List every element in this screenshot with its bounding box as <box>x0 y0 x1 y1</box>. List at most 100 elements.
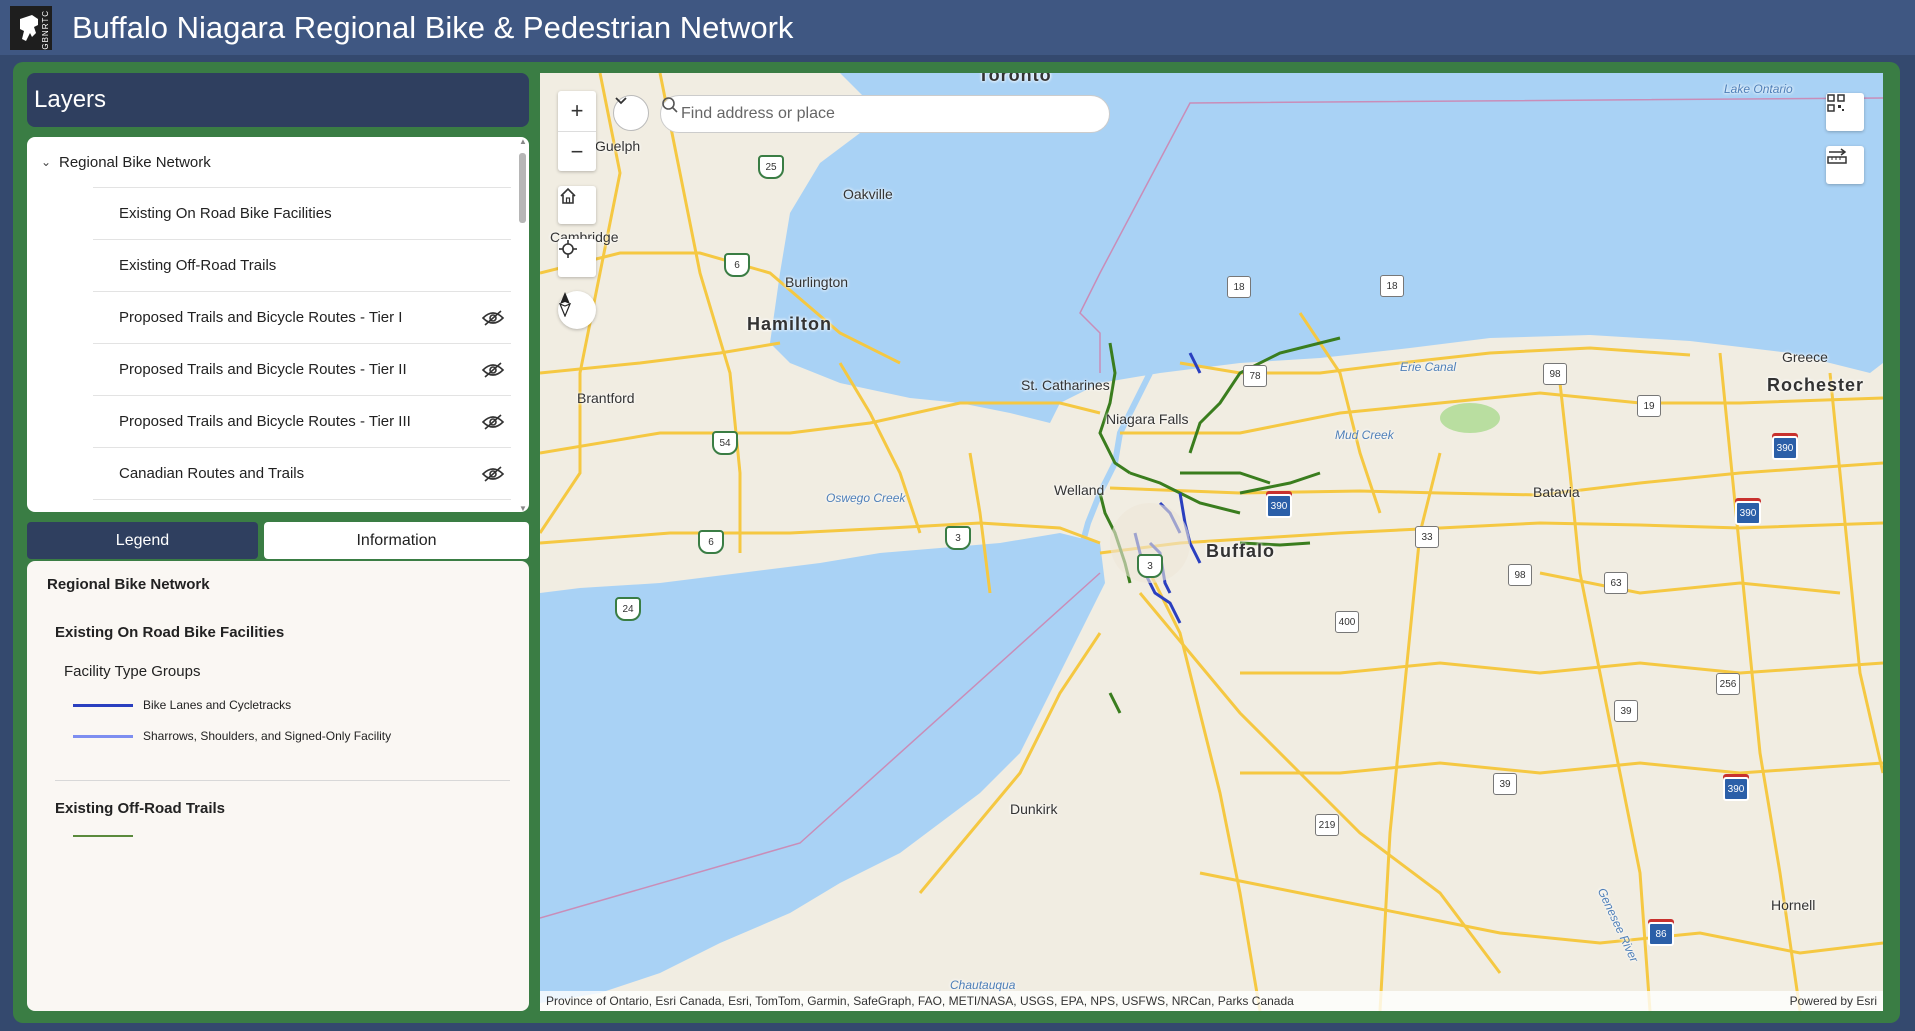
scroll-down-icon[interactable]: ▼ <box>519 504 527 512</box>
layer-item[interactable]: Canadian Routes and Trails <box>93 447 511 499</box>
route-shield: 400 <box>1335 611 1359 633</box>
layer-list: ⌄ Regional Bike Network Existing On Road… <box>27 137 529 512</box>
compass-icon <box>558 292 572 317</box>
layer-item[interactable]: Existing Off-Road Trails <box>93 239 511 291</box>
visibility-off-icon[interactable] <box>481 413 505 430</box>
legend-item-label: Sharrows, Shoulders, and Signed-Only Fac… <box>143 729 392 743</box>
qr-code-button[interactable] <box>1826 93 1864 131</box>
water-label: Mud Creek <box>1335 428 1394 442</box>
locate-icon <box>559 240 577 258</box>
page-title: Buffalo Niagara Regional Bike & Pedestri… <box>72 9 794 45</box>
powered-by-esri[interactable]: Powered by Esri <box>1790 994 1877 1008</box>
legend-title: Regional Bike Network <box>47 576 210 593</box>
visibility-off-icon[interactable] <box>481 465 505 482</box>
layer-item[interactable]: Proposed Trails and Bicycle Routes - Tie… <box>93 343 511 395</box>
search-box[interactable] <box>660 95 1110 133</box>
chevron-down-icon[interactable]: ⌄ <box>41 155 59 169</box>
route-shield: 63 <box>1604 572 1628 594</box>
water-label: Oswego Creek <box>826 491 906 505</box>
water-label: Erie Canal <box>1400 360 1457 374</box>
route-shield: 24 <box>615 597 641 621</box>
search-input[interactable] <box>679 104 1063 124</box>
logo-text: GBNRTC <box>41 9 50 50</box>
legend-divider <box>55 780 510 781</box>
zoom-out-button[interactable]: − <box>558 131 596 172</box>
layer-item-label: Proposed Trails and Bicycle Routes - Tie… <box>119 309 403 326</box>
map-attribution: Province of Ontario, Esri Canada, Esri, … <box>540 991 1883 1011</box>
compass-button[interactable] <box>558 291 596 329</box>
place-label: Buffalo <box>1206 541 1275 561</box>
route-shield: 3 <box>945 526 971 550</box>
water-label: Chautauqua <box>950 978 1016 992</box>
legend-section-off-road: Existing Off-Road Trails <box>55 800 226 817</box>
route-shield: 19 <box>1637 395 1661 417</box>
tab-legend[interactable]: Legend <box>27 522 258 559</box>
layers-heading: Layers <box>27 73 529 127</box>
place-label: Greece <box>1782 349 1828 365</box>
route-shield: 39 <box>1493 773 1517 795</box>
home-button[interactable] <box>558 186 596 224</box>
layer-item-partial[interactable] <box>93 499 511 512</box>
place-label: Welland <box>1054 482 1105 498</box>
layer-item[interactable]: Proposed Trails and Bicycle Routes - Tie… <box>93 395 511 447</box>
interstate-shield: 390 <box>1772 436 1798 460</box>
legend-swatch <box>73 703 133 707</box>
place-label: Batavia <box>1533 484 1580 500</box>
place-label: Hamilton <box>747 314 833 334</box>
interstate-shield: 390 <box>1266 494 1292 518</box>
scroll-thumb[interactable] <box>519 153 526 223</box>
route-shield: 6 <box>724 253 750 277</box>
locate-button[interactable] <box>558 239 596 277</box>
legend-swatch-trail <box>73 835 133 837</box>
route-shield: 39 <box>1614 700 1638 722</box>
gbnrtc-logo: GBNRTC <box>10 5 52 50</box>
layer-item[interactable]: Existing On Road Bike Facilities <box>93 187 511 239</box>
legend-swatch <box>73 734 133 738</box>
place-label: St. Catharines <box>1021 377 1110 393</box>
attribution-text: Province of Ontario, Esri Canada, Esri, … <box>546 994 1294 1008</box>
visibility-off-icon[interactable] <box>481 361 505 378</box>
layer-item-label: Canadian Routes and Trails <box>119 465 305 482</box>
layer-group-regional-bike-network[interactable]: ⌄ Regional Bike Network <box>27 137 529 187</box>
place-label: Toronto <box>978 73 1052 85</box>
chevron-down-icon <box>615 97 627 105</box>
route-shield: 6 <box>698 530 724 554</box>
place-label: Guelph <box>595 138 641 154</box>
layer-item-label: Existing Off-Road Trails <box>119 257 277 274</box>
layer-item-label: Existing On Road Bike Facilities <box>119 205 332 222</box>
search-icon <box>662 97 678 113</box>
route-shield: 78 <box>1243 365 1267 387</box>
legend-item: Bike Lanes and Cycletracks <box>73 698 291 712</box>
interstate-shield: 86 <box>1648 922 1674 946</box>
legend-panel: Regional Bike Network Existing On Road B… <box>27 561 529 1011</box>
measure-icon <box>1827 148 1847 164</box>
interstate-shield: 390 <box>1735 501 1761 525</box>
map-view[interactable]: Toronto Guelph Oakville Cambridge Burlin… <box>540 73 1883 1011</box>
place-label: Dunkirk <box>1010 801 1058 817</box>
route-shield: 33 <box>1415 526 1439 548</box>
place-label: Burlington <box>785 274 849 290</box>
app-header: GBNRTC Buffalo Niagara Regional Bike & P… <box>0 0 1915 55</box>
measure-button[interactable] <box>1826 146 1864 184</box>
place-label: Brantford <box>577 390 635 406</box>
place-label: Oakville <box>843 186 893 202</box>
legend-item: Sharrows, Shoulders, and Signed-Only Fac… <box>73 729 391 743</box>
route-shield: 25 <box>758 155 784 179</box>
route-shield: 18 <box>1227 276 1251 298</box>
legend-section-on-road: Existing On Road Bike Facilities <box>55 624 285 641</box>
layer-item[interactable]: Proposed Trails and Bicycle Routes - Tie… <box>93 291 511 343</box>
route-shield: 18 <box>1380 275 1404 297</box>
interstate-shield: 390 <box>1723 777 1749 801</box>
tab-information[interactable]: Information <box>264 522 529 559</box>
route-shield: 98 <box>1508 564 1532 586</box>
legend-group-label: Facility Type Groups <box>64 663 201 680</box>
zoom-in-button[interactable]: + <box>558 91 596 131</box>
place-label: Niagara Falls <box>1106 411 1189 427</box>
scroll-up-icon[interactable]: ▲ <box>519 137 527 146</box>
search-source-dropdown[interactable] <box>613 95 649 131</box>
place-label: Rochester <box>1767 375 1865 395</box>
visibility-off-icon[interactable] <box>481 309 505 326</box>
park-area <box>1440 403 1500 433</box>
layer-list-scrollbar[interactable]: ▲ ▼ <box>519 137 527 512</box>
route-shield: 256 <box>1716 673 1740 695</box>
